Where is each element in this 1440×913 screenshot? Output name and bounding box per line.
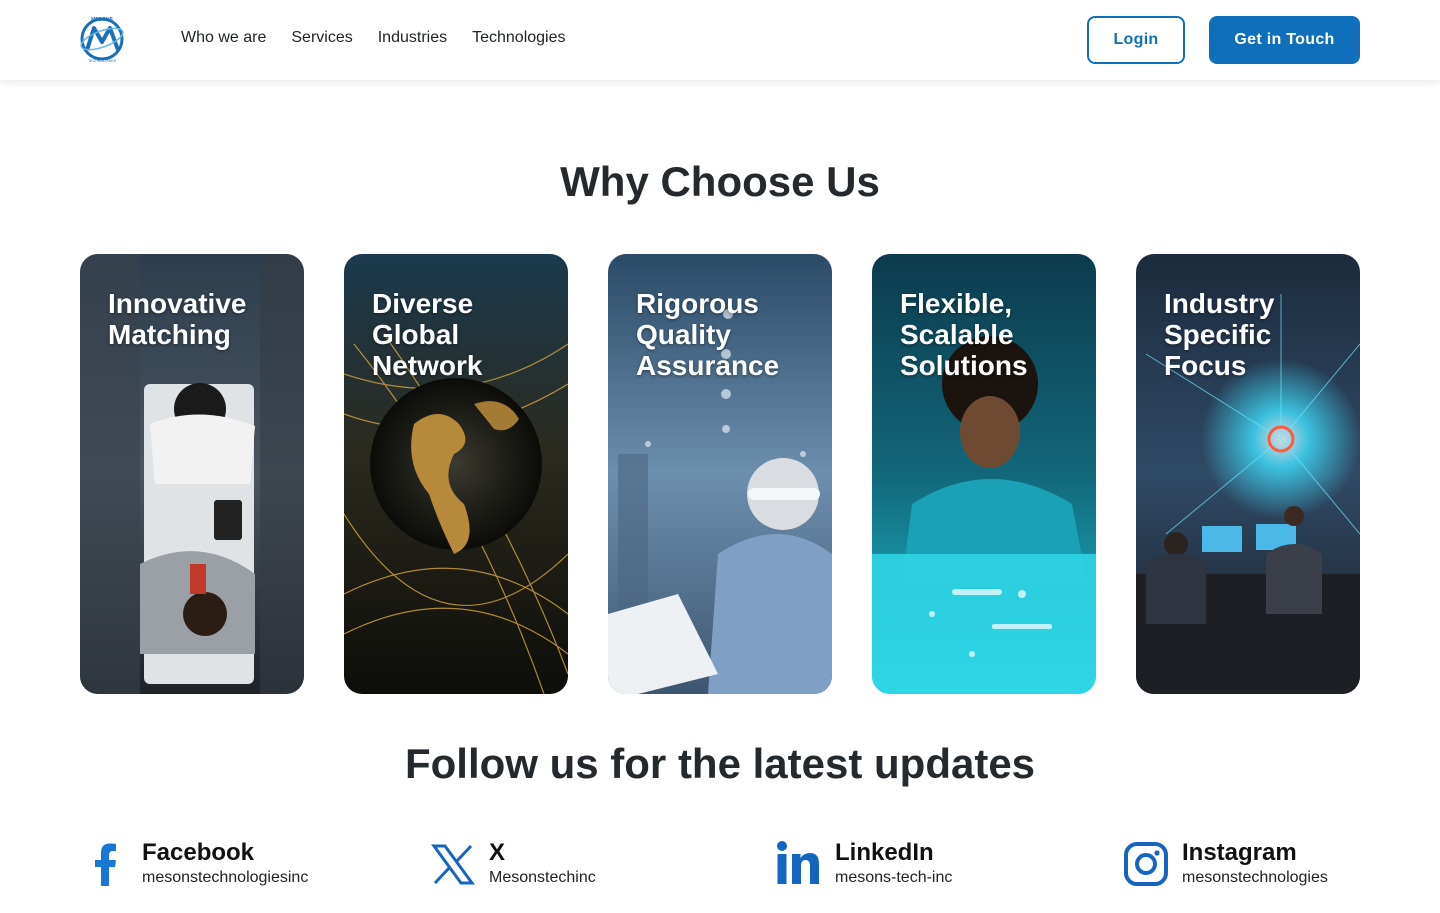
site-header: MESONS TECHNOLOGIES Who we are Services … xyxy=(0,0,1440,80)
card-rigorous-quality-assurance[interactable]: Rigorous Quality Assurance xyxy=(608,254,832,694)
nav-services[interactable]: Services xyxy=(291,28,352,48)
card-diverse-global-network[interactable]: Diverse Global Network xyxy=(344,254,568,694)
card-innovative-matching[interactable]: Innovative Matching xyxy=(80,254,304,694)
card-industry-specific-focus[interactable]: Industry Specific Focus xyxy=(1136,254,1360,694)
why-choose-us-title: Why Choose Us xyxy=(560,158,880,205)
social-handle: mesonstechnologies xyxy=(1182,869,1328,886)
mesons-logo[interactable]: MESONS TECHNOLOGIES xyxy=(78,14,128,64)
get-in-touch-button[interactable]: Get in Touch xyxy=(1209,16,1360,64)
social-handle: Mesonstechinc xyxy=(489,869,596,886)
facebook-icon xyxy=(80,838,132,890)
card-title: Rigorous Quality Assurance xyxy=(636,288,780,381)
social-links: Facebook mesonstechnologiesinc X Mesonst… xyxy=(0,836,1440,892)
social-linkedin[interactable]: LinkedIn mesons-tech-inc xyxy=(773,836,952,892)
instagram-icon xyxy=(1120,838,1172,890)
social-name: LinkedIn xyxy=(835,839,934,866)
nav-industries[interactable]: Industries xyxy=(378,28,447,48)
card-title: Diverse Global Network xyxy=(372,288,483,381)
social-facebook[interactable]: Facebook mesonstechnologiesinc xyxy=(80,836,308,892)
social-x[interactable]: X Mesonstechinc xyxy=(427,836,596,892)
svg-text:MESONS: MESONS xyxy=(91,17,113,23)
login-button[interactable]: Login xyxy=(1087,16,1185,64)
social-name: Facebook xyxy=(142,839,255,866)
follow-us-title: Follow us for the latest updates xyxy=(404,740,1036,787)
social-handle: mesonstechnologiesinc xyxy=(142,869,309,886)
social-instagram[interactable]: Instagram mesonstechnologies xyxy=(1120,836,1328,892)
card-flexible-scalable-solutions[interactable]: Flexible, Scalable Solutions xyxy=(872,254,1096,694)
linkedin-icon xyxy=(773,838,825,890)
card-title: Flexible, Scalable Solutions xyxy=(900,288,1028,381)
feature-cards: Innovative Matching Diverse Global Netwo… xyxy=(80,254,1360,694)
nav-who-we-are[interactable]: Who we are xyxy=(181,28,266,48)
main-nav: Who we are Services Industries Technolog… xyxy=(181,28,566,48)
social-handle: mesons-tech-inc xyxy=(835,869,953,886)
card-title: Innovative Matching xyxy=(108,288,247,350)
social-name: Instagram xyxy=(1182,839,1297,866)
nav-technologies[interactable]: Technologies xyxy=(472,28,565,48)
social-name: X xyxy=(489,839,506,866)
x-icon xyxy=(427,838,479,890)
card-title: Industry Specific Focus xyxy=(1164,288,1275,381)
svg-text:TECHNOLOGIES: TECHNOLOGIES xyxy=(88,59,116,63)
